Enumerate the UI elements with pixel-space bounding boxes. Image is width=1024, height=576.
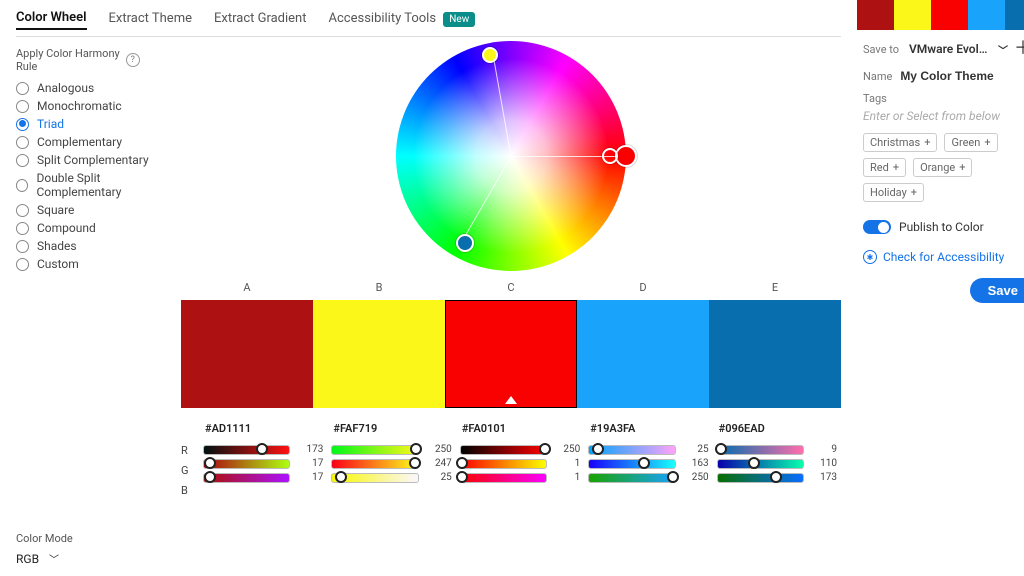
slider-b-g[interactable]: [331, 459, 418, 469]
rule-square[interactable]: Square: [16, 203, 181, 217]
mini-swatch-b[interactable]: [894, 0, 931, 30]
info-icon[interactable]: ?: [126, 53, 140, 67]
color-mode: Color Mode RGB ﹀: [16, 532, 73, 566]
tab-extract-gradient[interactable]: Extract Gradient: [214, 11, 307, 29]
publish-label: Publish to Color: [899, 220, 984, 234]
name-label: Name: [863, 70, 892, 83]
plus-icon: +: [924, 136, 930, 149]
tag-green[interactable]: Green +: [944, 133, 997, 152]
save-to-dropdown[interactable]: VMware Evol… ﹀: [909, 42, 1008, 57]
swatch-row: [181, 300, 841, 408]
hex-c[interactable]: #FA0101: [460, 416, 580, 441]
slider-b-b[interactable]: [331, 473, 418, 483]
rule-complementary[interactable]: Complementary: [16, 135, 181, 149]
mini-swatches: [857, 0, 1024, 30]
mini-swatch-c[interactable]: [931, 0, 968, 30]
rule-compound[interactable]: Compound: [16, 221, 181, 235]
swatch-d[interactable]: [577, 300, 709, 408]
wheel-handle-red[interactable]: [615, 145, 637, 167]
rule-monochromatic[interactable]: Monochromatic: [16, 99, 181, 113]
mini-swatch-d[interactable]: [968, 0, 1005, 30]
wheel-handle-yellow[interactable]: [482, 47, 498, 63]
slider-d-b[interactable]: [588, 473, 675, 483]
color-wheel[interactable]: [396, 41, 626, 271]
tab-extract-theme[interactable]: Extract Theme: [109, 11, 192, 29]
color-mode-select[interactable]: RGB ﹀: [16, 551, 73, 566]
plus-icon: +: [984, 136, 990, 149]
slider-e-b[interactable]: [717, 473, 804, 483]
publish-toggle[interactable]: [863, 220, 891, 234]
theme-name-input[interactable]: [898, 68, 1024, 84]
mini-swatch-e[interactable]: [1005, 0, 1024, 30]
slider-e-r[interactable]: [717, 445, 804, 455]
slider-b-r[interactable]: [331, 445, 418, 455]
rule-triad[interactable]: Triad: [16, 117, 181, 131]
slider-a-b[interactable]: [203, 473, 290, 483]
rule-double-split[interactable]: Double Split Complementary: [16, 171, 181, 199]
slider-a-r[interactable]: [203, 445, 290, 455]
hex-b[interactable]: #FAF719: [331, 416, 451, 441]
swatch-e[interactable]: [709, 300, 841, 408]
chevron-down-icon: ﹀: [998, 42, 1008, 57]
tag-red[interactable]: Red +: [863, 158, 906, 177]
harmony-rules-panel: Apply Color Harmony Rule ? Analogous Mon…: [16, 37, 181, 576]
mini-swatch-a[interactable]: [857, 0, 894, 30]
rule-analogous[interactable]: Analogous: [16, 81, 181, 95]
new-badge: New: [443, 12, 475, 27]
plus-icon: +: [959, 161, 965, 174]
tab-color-wheel[interactable]: Color Wheel: [16, 10, 87, 30]
chevron-down-icon: ﹀: [49, 551, 59, 566]
swatch-c[interactable]: [445, 300, 577, 408]
swatch-b[interactable]: [313, 300, 445, 408]
check-accessibility-link[interactable]: ✱ Check for Accessibility: [857, 234, 1024, 264]
rule-custom[interactable]: Custom: [16, 257, 181, 271]
hex-a[interactable]: #AD1111: [203, 416, 323, 441]
rule-shades[interactable]: Shades: [16, 239, 181, 253]
save-to-label: Save to: [863, 43, 903, 56]
tag-holiday[interactable]: Holiday +: [863, 183, 924, 202]
tab-accessibility-tools[interactable]: Accessibility Tools New: [329, 11, 476, 29]
tabs-bar: Color Wheel Extract Theme Extract Gradie…: [16, 10, 841, 37]
hex-d[interactable]: #19A3FA: [588, 416, 708, 441]
rule-split[interactable]: Split Complementary: [16, 153, 181, 167]
tags-label: Tags: [863, 92, 1024, 105]
add-library-button[interactable]: ＋: [1014, 40, 1024, 58]
slider-e-g[interactable]: [717, 459, 804, 469]
plus-icon: +: [911, 186, 917, 199]
hex-e[interactable]: #096EAD: [717, 416, 837, 441]
plus-icon: +: [893, 161, 899, 174]
slider-d-g[interactable]: [588, 459, 675, 469]
harmony-title: Apply Color Harmony Rule: [16, 47, 120, 73]
wheel-handle-red-inner[interactable]: [602, 148, 618, 164]
tag-christmas[interactable]: Christmas +: [863, 133, 937, 152]
swatch-header: ABCDE: [181, 281, 841, 294]
tag-orange[interactable]: Orange +: [913, 158, 972, 177]
slider-c-b[interactable]: [460, 473, 547, 483]
rgb-sliders: R G B #AD1111 173 17 17 #FAF719 250 247 …: [181, 416, 841, 497]
tab-accessibility-label: Accessibility Tools: [329, 11, 437, 26]
right-panel: Save to VMware Evol… ﹀ ＋ Name Tags Enter…: [857, 0, 1024, 576]
tags-input[interactable]: Enter or Select from below: [863, 109, 1024, 123]
swatch-a[interactable]: [181, 300, 313, 408]
slider-c-r[interactable]: [460, 445, 547, 455]
slider-c-g[interactable]: [460, 459, 547, 469]
save-button[interactable]: Save: [970, 278, 1024, 303]
slider-a-g[interactable]: [203, 459, 290, 469]
wheel-handle-blue[interactable]: [456, 234, 474, 252]
slider-d-r[interactable]: [588, 445, 675, 455]
accessibility-icon: ✱: [863, 250, 877, 264]
